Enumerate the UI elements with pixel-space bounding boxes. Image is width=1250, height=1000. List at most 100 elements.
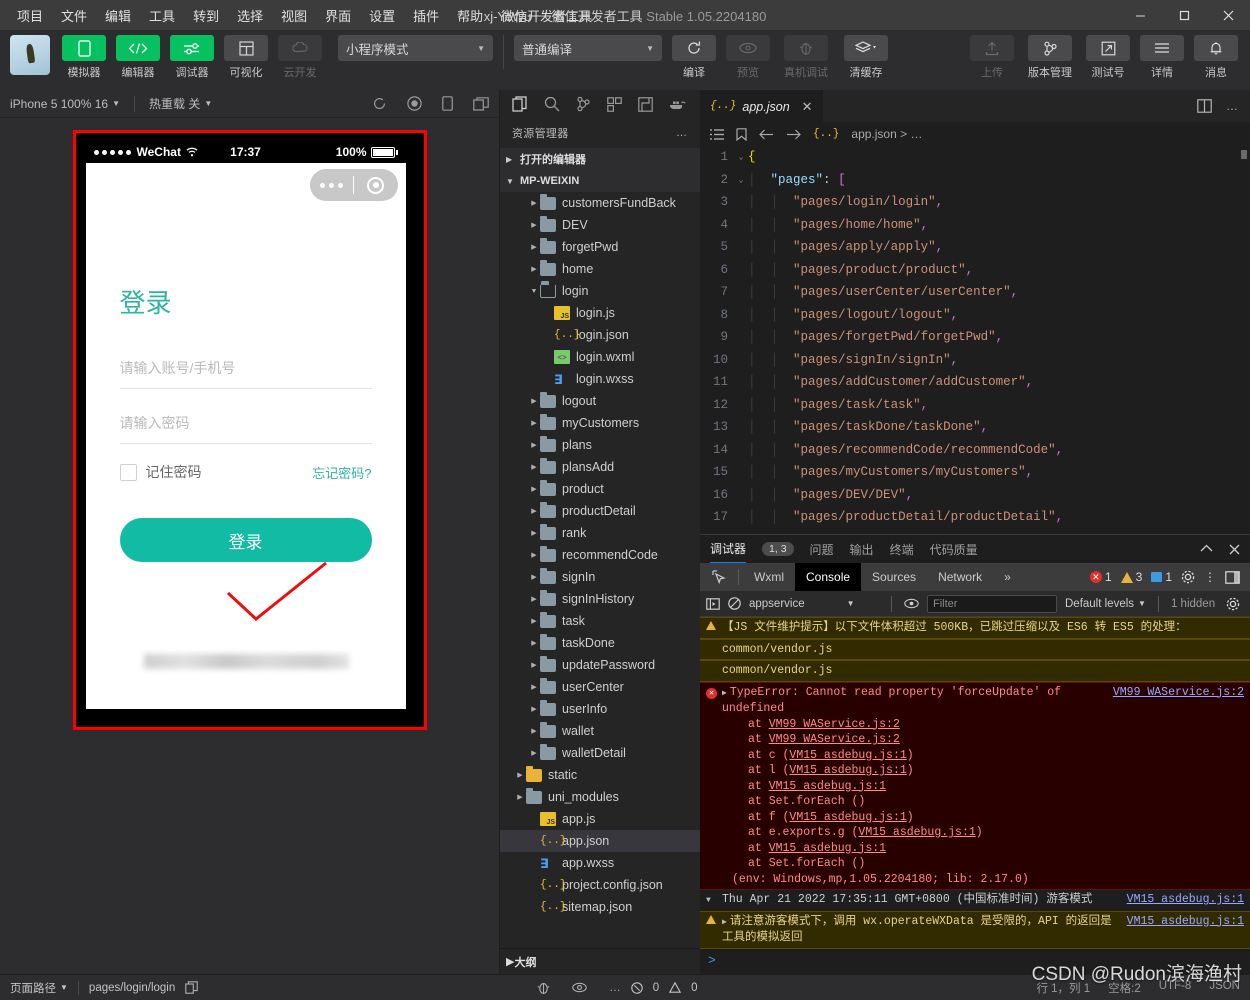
code-line[interactable]: 1 ⌄{ bbox=[700, 146, 1250, 169]
console-source-link[interactable]: VM15 asdebug.js:1 bbox=[1119, 892, 1244, 909]
toolbar-button-debugger[interactable]: 调试器 bbox=[168, 35, 216, 80]
refresh-simulator-icon[interactable] bbox=[372, 96, 387, 111]
close-icon[interactable]: ✕ bbox=[802, 99, 813, 115]
maximize-button[interactable] bbox=[1162, 0, 1206, 30]
rotate-device-icon[interactable] bbox=[442, 96, 453, 111]
console-message[interactable]: ▶ 请注意游客模式下，调用 wx.operateWXData 是受限的，API 的… bbox=[700, 910, 1250, 949]
devtools-settings-icon[interactable] bbox=[1181, 570, 1195, 584]
tab-problems[interactable]: 问题 bbox=[810, 541, 834, 558]
tree-item[interactable]: ▶ customersFundBack bbox=[500, 192, 700, 214]
password-input[interactable]: 请输入密码 bbox=[119, 407, 372, 444]
detach-window-icon[interactable] bbox=[473, 96, 489, 111]
tree-item[interactable]: ▶ DEV bbox=[500, 214, 700, 236]
console-levels-select[interactable]: Default levels ▼ bbox=[1065, 598, 1146, 610]
tree-item[interactable]: <> login.wxml bbox=[500, 346, 700, 368]
back-icon[interactable] bbox=[759, 129, 774, 140]
code-line[interactable]: 14 │ │ "pages/recommendCode/recommendCode… bbox=[700, 439, 1250, 462]
tree-item[interactable]: {..} sitemap.json bbox=[500, 896, 700, 918]
menu-item-project[interactable]: 项目 bbox=[8, 2, 52, 29]
devtools-tab-sources[interactable]: Sources bbox=[861, 563, 927, 591]
minimize-button[interactable] bbox=[1118, 0, 1162, 30]
bug-status-icon[interactable] bbox=[537, 981, 550, 995]
console-filter-input[interactable]: Filter bbox=[927, 594, 1057, 613]
split-editor-icon[interactable] bbox=[1197, 99, 1212, 113]
tab-codequality[interactable]: 代码质量 bbox=[930, 541, 978, 558]
code-line[interactable]: 7 │ │ "pages/userCenter/userCenter", bbox=[700, 281, 1250, 304]
tree-item[interactable]: ▶ home bbox=[500, 258, 700, 280]
wechat-capsule-menu[interactable] bbox=[309, 169, 398, 201]
tree-item[interactable]: ▶ productDetail bbox=[500, 500, 700, 522]
fold-icon[interactable]: ⌄ bbox=[734, 152, 748, 162]
console-sidebar-icon[interactable] bbox=[706, 597, 720, 610]
toolbar-button-testid[interactable]: 测试号 bbox=[1084, 35, 1132, 80]
open-editors-section[interactable]: ▶ 打开的编辑器 bbox=[500, 148, 700, 170]
devtools-more-tabs[interactable]: » bbox=[993, 563, 1022, 591]
tree-item[interactable]: {..} project.config.json bbox=[500, 874, 700, 896]
device-select[interactable]: iPhone 5 100% 16 ▼ bbox=[10, 97, 120, 111]
dock-side-icon[interactable] bbox=[1225, 570, 1240, 584]
tree-item[interactable]: ▶ userCenter bbox=[500, 676, 700, 698]
tab-output[interactable]: 输出 bbox=[850, 541, 874, 558]
outline-list-icon[interactable] bbox=[710, 128, 724, 140]
menu-item-goto[interactable]: 转到 bbox=[184, 2, 228, 29]
remember-password-checkbox[interactable] bbox=[119, 463, 137, 481]
code-line[interactable]: 9 │ │ "pages/forgetPwd/forgetPwd", bbox=[700, 326, 1250, 349]
toolbar-button-version[interactable]: 版本管理 bbox=[1022, 35, 1078, 80]
tree-item[interactable]: ∃ app.wxss bbox=[500, 852, 700, 874]
editor-more-icon[interactable]: … bbox=[1226, 99, 1238, 113]
menu-item-devtools[interactable]: 微信开发者工具 bbox=[492, 2, 601, 29]
tree-item[interactable]: ▶ userInfo bbox=[500, 698, 700, 720]
devtools-tab-wxml[interactable]: Wxml bbox=[743, 563, 795, 591]
code-content[interactable]: 1 ⌄{2 ⌄ │ "pages": [3 │ │ "pages/login/login… bbox=[700, 146, 1250, 534]
compile-select[interactable]: 普通编译 ▼ bbox=[514, 35, 662, 61]
tree-item[interactable]: ▶ task bbox=[500, 610, 700, 632]
devtools-more-icon[interactable]: ⋮ bbox=[1204, 570, 1216, 584]
tree-item[interactable]: ▶ taskDone bbox=[500, 632, 700, 654]
close-button[interactable] bbox=[1206, 0, 1250, 30]
tree-item[interactable]: ▶ forgetPwd bbox=[500, 236, 700, 258]
capsule-more-icon[interactable] bbox=[310, 182, 354, 188]
code-line[interactable]: 15 │ │ "pages/myCustomers/myCustomers", bbox=[700, 461, 1250, 484]
code-line[interactable]: 5 │ │ "pages/apply/apply", bbox=[700, 236, 1250, 259]
layout-panel-icon[interactable] bbox=[638, 96, 653, 112]
file-tree[interactable]: ▶ customersFundBack ▶ DEV ▶ forgetPwd ▶ home ▼ lo… bbox=[500, 192, 700, 948]
tree-item[interactable]: ▼ login bbox=[500, 280, 700, 302]
menu-item-help[interactable]: 帮助 bbox=[448, 2, 492, 29]
bookmark-icon[interactable] bbox=[736, 127, 747, 141]
menu-item-plugins[interactable]: 插件 bbox=[404, 2, 448, 29]
tree-item[interactable]: ▶ uni_modules bbox=[500, 786, 700, 808]
toolbar-button-messages[interactable]: 消息 bbox=[1192, 35, 1240, 80]
console-message[interactable]: common/vendor.js bbox=[700, 660, 1250, 682]
devtools-tab-console[interactable]: Console bbox=[795, 563, 862, 591]
tree-item[interactable]: ▶ recommendCode bbox=[500, 544, 700, 566]
code-line[interactable]: 13 │ │ "pages/taskDone/taskDone", bbox=[700, 416, 1250, 439]
collapse-panel-icon[interactable] bbox=[1200, 544, 1213, 555]
forward-icon[interactable] bbox=[786, 129, 801, 140]
console-source-link[interactable]: VM99 WAService.js:2 bbox=[1105, 685, 1244, 888]
code-line[interactable]: 16 │ │ "pages/DEV/DEV", bbox=[700, 484, 1250, 507]
tree-item[interactable]: ▶ plans bbox=[500, 434, 700, 456]
tree-item[interactable]: ∃ login.wxss bbox=[500, 368, 700, 390]
fold-icon[interactable]: ⌄ bbox=[734, 175, 748, 185]
status-more-icon[interactable]: … bbox=[609, 982, 621, 994]
tree-item[interactable]: ▶ updatePassword bbox=[500, 654, 700, 676]
tree-item[interactable]: ▶ walletDetail bbox=[500, 742, 700, 764]
console-eye-icon[interactable] bbox=[904, 598, 919, 609]
close-panel-icon[interactable] bbox=[1229, 544, 1240, 555]
capsule-close-icon[interactable] bbox=[354, 176, 398, 194]
tree-item[interactable]: JS app.js bbox=[500, 808, 700, 830]
console-context-select[interactable]: appservice ▼ bbox=[749, 598, 879, 610]
code-line[interactable]: 6 │ │ "pages/product/product", bbox=[700, 259, 1250, 282]
login-submit-button[interactable]: 登录 bbox=[119, 518, 372, 562]
search-icon[interactable] bbox=[544, 96, 560, 112]
console-message[interactable]: ✕ ▶ TypeError: Cannot read property 'force… bbox=[700, 681, 1250, 890]
tab-terminal[interactable]: 终端 bbox=[890, 541, 914, 558]
code-line[interactable]: 2 ⌄ │ "pages": [ bbox=[700, 169, 1250, 192]
menu-item-edit[interactable]: 编辑 bbox=[96, 2, 140, 29]
tree-item[interactable]: ▶ static bbox=[500, 764, 700, 786]
copy-path-icon[interactable] bbox=[185, 981, 198, 994]
tree-item[interactable]: ▶ wallet bbox=[500, 720, 700, 742]
status-diagnostics[interactable]: 0 0 bbox=[630, 982, 698, 994]
toolbar-button-simulator[interactable]: 模拟器 bbox=[60, 35, 108, 80]
source-control-icon[interactable] bbox=[576, 96, 591, 112]
